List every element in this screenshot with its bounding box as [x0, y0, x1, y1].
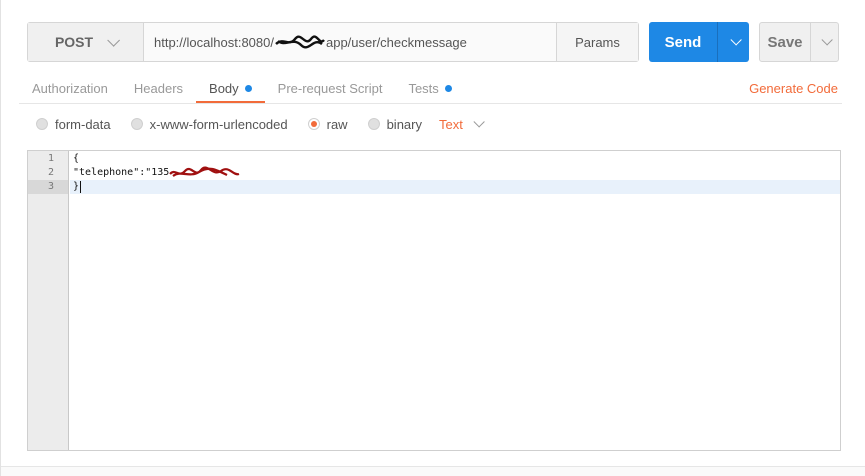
tab-authorization[interactable]: Authorization: [19, 72, 121, 104]
mode-binary[interactable]: binary: [367, 116, 422, 132]
text-caret: [80, 181, 82, 193]
tab-label: Headers: [133, 80, 184, 96]
mode-raw[interactable]: raw: [307, 116, 348, 132]
code-line: {: [70, 152, 840, 166]
body-mode-group: form-data x-www-form-urlencoded raw bina…: [36, 114, 485, 134]
url-input[interactable]: http://localhost:8080/ app/user/checkmes…: [144, 23, 556, 61]
tab-headers[interactable]: Headers: [121, 72, 196, 104]
code-text: "telephone":"135: [73, 167, 170, 178]
line-number: 3: [28, 180, 68, 194]
send-button[interactable]: Send: [649, 22, 749, 62]
code-area[interactable]: { "telephone":"135 }: [70, 151, 840, 194]
send-label: Send: [664, 33, 702, 51]
method-select[interactable]: POST: [28, 23, 144, 61]
response-panel-edge: [1, 466, 865, 476]
radio-button[interactable]: [36, 118, 48, 130]
url-text-start: http://localhost:8080/: [154, 34, 274, 50]
url-text-end: app/user/checkmessage: [325, 34, 467, 50]
request-panel: POST http://localhost:8080/ app/user/che…: [0, 0, 865, 476]
tab-label: Pre-request Script: [277, 80, 383, 96]
tab-label: Body: [209, 80, 239, 96]
modified-dot-icon: [244, 84, 252, 92]
line-number: 2: [47, 167, 54, 178]
code-text: {: [73, 153, 80, 164]
code-line: "telephone":"135: [70, 166, 840, 180]
mode-form-data[interactable]: form-data: [36, 117, 111, 132]
request-bar: POST http://localhost:8080/ app/user/che…: [27, 22, 639, 62]
content-type-label: Text: [439, 116, 463, 132]
tab-tests[interactable]: Tests: [395, 72, 464, 104]
radio-button[interactable]: [130, 118, 143, 130]
line-number: 1: [47, 153, 54, 164]
tab-body[interactable]: Body: [196, 72, 265, 104]
save-button[interactable]: Save: [759, 22, 839, 62]
line-number-gutter: 1 2 3: [28, 151, 69, 450]
request-tabs: Authorization Headers Body Pre-request S…: [19, 72, 465, 104]
mode-label: x-www-form-urlencoded: [149, 116, 288, 132]
code-text: }: [73, 181, 80, 192]
generate-code-link[interactable]: Generate Code: [749, 81, 838, 96]
params-button[interactable]: Params: [556, 23, 638, 61]
modified-dot-icon: [444, 84, 452, 92]
chevron-down-icon: [820, 34, 833, 46]
code-editor[interactable]: 1 2 3 { "telephone":"135 }: [27, 150, 841, 451]
send-dropdown[interactable]: [717, 22, 749, 62]
code-line-current: }: [70, 180, 840, 194]
radio-button-selected[interactable]: [307, 118, 320, 130]
save-dropdown[interactable]: [810, 23, 838, 61]
tab-label: Tests: [408, 80, 439, 96]
mode-label: raw: [326, 116, 348, 132]
content-type-select[interactable]: Text: [439, 116, 485, 132]
tab-pre-request-script[interactable]: Pre-request Script: [265, 72, 396, 104]
mode-label: form-data: [55, 116, 111, 132]
chevron-down-icon: [729, 34, 742, 46]
redaction-scribble: [169, 166, 240, 177]
chevron-down-icon: [107, 33, 121, 47]
mode-urlencoded[interactable]: x-www-form-urlencoded: [130, 116, 288, 132]
mode-label: binary: [386, 116, 422, 132]
save-label: Save: [767, 33, 803, 51]
tab-label: Authorization: [32, 80, 108, 96]
radio-button[interactable]: [367, 118, 380, 130]
tabs-divider: [19, 103, 842, 104]
chevron-down-icon: [473, 116, 485, 128]
redaction-scribble: [275, 35, 325, 49]
method-label: POST: [54, 34, 94, 50]
